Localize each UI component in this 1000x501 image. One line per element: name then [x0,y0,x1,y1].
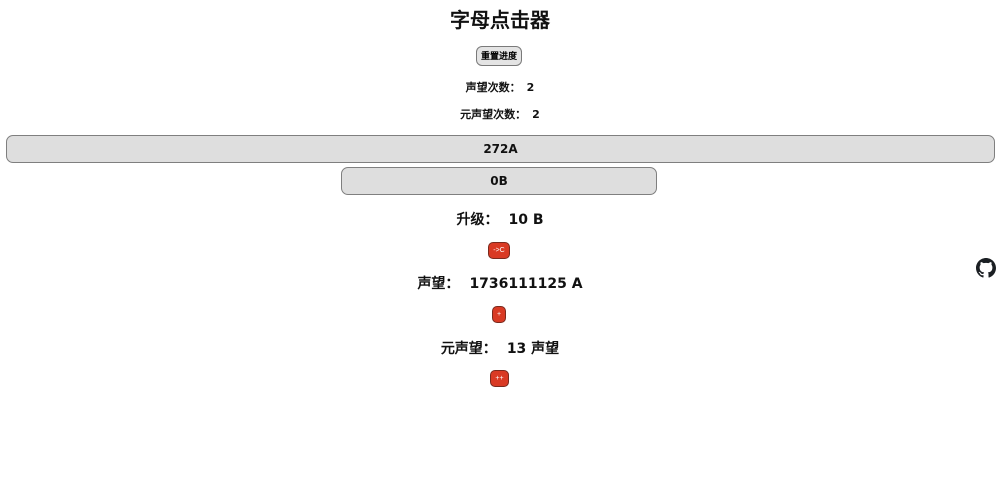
github-icon[interactable] [976,258,996,278]
meta-prestige-button[interactable]: ++ [490,370,509,387]
meta-prestige-count-value: 2 [532,108,540,121]
prestige-count-label: 声望次数： [465,81,521,94]
letter-b-click-button[interactable]: 0B [341,167,657,195]
meta-prestige-row: 元声望： 13 声望 [0,339,1000,359]
meta-prestige-cost: 13 声望 [506,341,560,357]
upgrade-label: 升级： [456,212,499,228]
prestige-label: 声望： [417,276,460,292]
prestige-count-value: 2 [526,81,535,94]
page: 字母点击器 重置进度 声望次数： 2 元声望次数： 2 272A 0B 升级： 10 … [0,0,1000,501]
upgrade-row: 升级： 10 B [0,210,1000,230]
prestige-row: 声望： 1736111125 A [0,274,1000,294]
prestige-count: 声望次数： 2 [0,80,1000,96]
meta-prestige-count-label: 元声望次数： [460,108,527,121]
prestige-cost: 1736111125 A [469,276,583,292]
upgrade-to-c-button[interactable]: ->C [488,242,510,259]
prestige-button[interactable]: + [492,306,506,323]
letter-a-click-button[interactable]: 272A [6,135,995,163]
meta-prestige-count: 元声望次数： 2 [0,107,1000,123]
reset-progress-button[interactable]: 重置进度 [476,46,522,66]
upgrade-cost: 10 B [508,212,544,228]
meta-prestige-label: 元声望： [440,341,497,357]
page-title: 字母点击器 [450,8,550,32]
